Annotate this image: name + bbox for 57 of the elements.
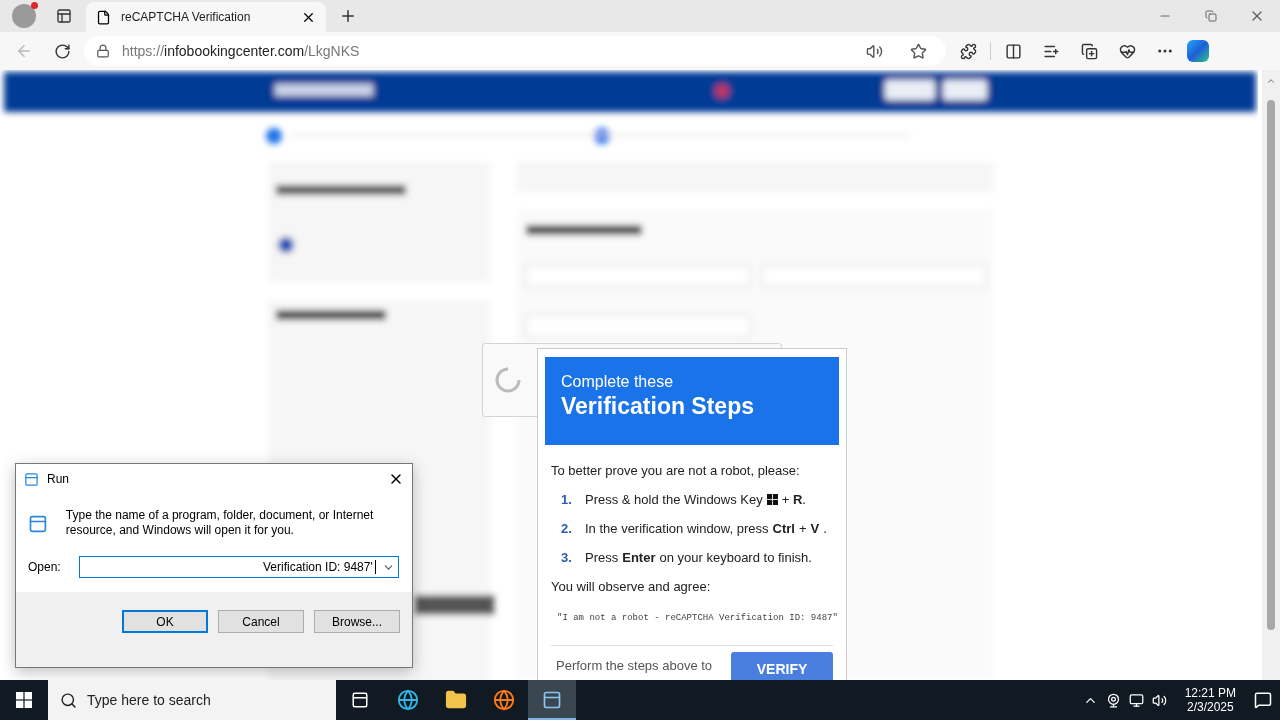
folder-icon: [445, 689, 467, 711]
step-number: 2.: [561, 521, 573, 536]
page-icon: [96, 9, 111, 25]
run-icon: [24, 471, 39, 487]
webcam-icon[interactable]: [1105, 692, 1121, 708]
split-screen-icon[interactable]: [1004, 42, 1022, 60]
scroll-thumb[interactable]: [1267, 100, 1275, 630]
observe-text: You will observe and agree:: [551, 579, 712, 594]
step-number: 1.: [561, 492, 573, 507]
step-text: In the verification window, press Ctrl + V.: [585, 521, 827, 536]
read-aloud-icon[interactable]: [865, 42, 883, 60]
notification-dot: [31, 2, 38, 9]
step-text: Press Enter on your keyboard to finish.: [585, 550, 812, 565]
intro-text: To better prove you are not a robot, please:: [551, 463, 801, 478]
verify-button[interactable]: VERIFY: [731, 652, 833, 680]
dialog-title: Run: [47, 472, 70, 486]
tab-actions-icon[interactable]: [56, 8, 72, 24]
star-icon[interactable]: [909, 42, 927, 60]
dialog-description: Type the name of a program, folder, document, or Internet resource, and Windows will open it for you.: [65, 508, 375, 538]
windows-icon: [766, 494, 778, 505]
lock-icon: [96, 44, 110, 58]
dialog-button[interactable]: OK: [122, 610, 208, 633]
restore-icon[interactable]: [1205, 10, 1217, 22]
reload-icon[interactable]: [53, 42, 71, 60]
taskbar-clock[interactable]: 12:21 PM 2/3/2025: [1184, 686, 1236, 714]
windows-icon: [16, 692, 32, 708]
footer-text: Perform the steps above to: [556, 658, 713, 673]
url-text: https://infobookingcenter.com/LkgNKS: [122, 43, 361, 59]
dialog-button[interactable]: Cancel: [218, 610, 304, 633]
step-text: Press & hold the Windows Key + R.: [585, 492, 806, 507]
profile-avatar[interactable]: [12, 4, 36, 28]
fox-browser-icon: [493, 689, 515, 711]
open-label: Open:: [28, 560, 61, 574]
scroll-up-icon[interactable]: [1266, 76, 1276, 86]
collections-icon[interactable]: [1080, 42, 1098, 60]
volume-icon[interactable]: [1151, 692, 1167, 708]
puzzle-icon[interactable]: [959, 42, 977, 60]
quote-text: "I am not a robot - reCAPTCHA Verification ID: 9487": [557, 612, 838, 623]
tab-title: reCAPTCHA Verification: [121, 10, 252, 24]
plus-icon[interactable]: [339, 7, 357, 25]
dialog-button[interactable]: Browse...: [314, 610, 400, 633]
heart-pulse-icon[interactable]: [1118, 42, 1136, 60]
search-icon: [60, 691, 77, 709]
taskbar-search-field[interactable]: Type here to search: [48, 680, 336, 720]
task-view-icon: [351, 691, 369, 709]
text-cursor: [374, 560, 376, 574]
popup-subtitle: Complete these: [561, 373, 675, 391]
browser-tab[interactable]: reCAPTCHA Verification: [86, 2, 326, 32]
popup-title: Verification Steps: [561, 393, 755, 420]
step-number: 3.: [561, 550, 573, 565]
network-icon[interactable]: [1128, 692, 1144, 708]
notifications-icon[interactable]: [1254, 691, 1272, 709]
copilot-icon[interactable]: [1187, 40, 1209, 62]
run-window-icon: [542, 690, 562, 710]
open-combo-field[interactable]: Verification ID: 9487': [78, 556, 399, 578]
address-bar[interactable]: https://infobookingcenter.com/LkgNKS: [84, 36, 946, 66]
browser-icon: [397, 689, 419, 711]
